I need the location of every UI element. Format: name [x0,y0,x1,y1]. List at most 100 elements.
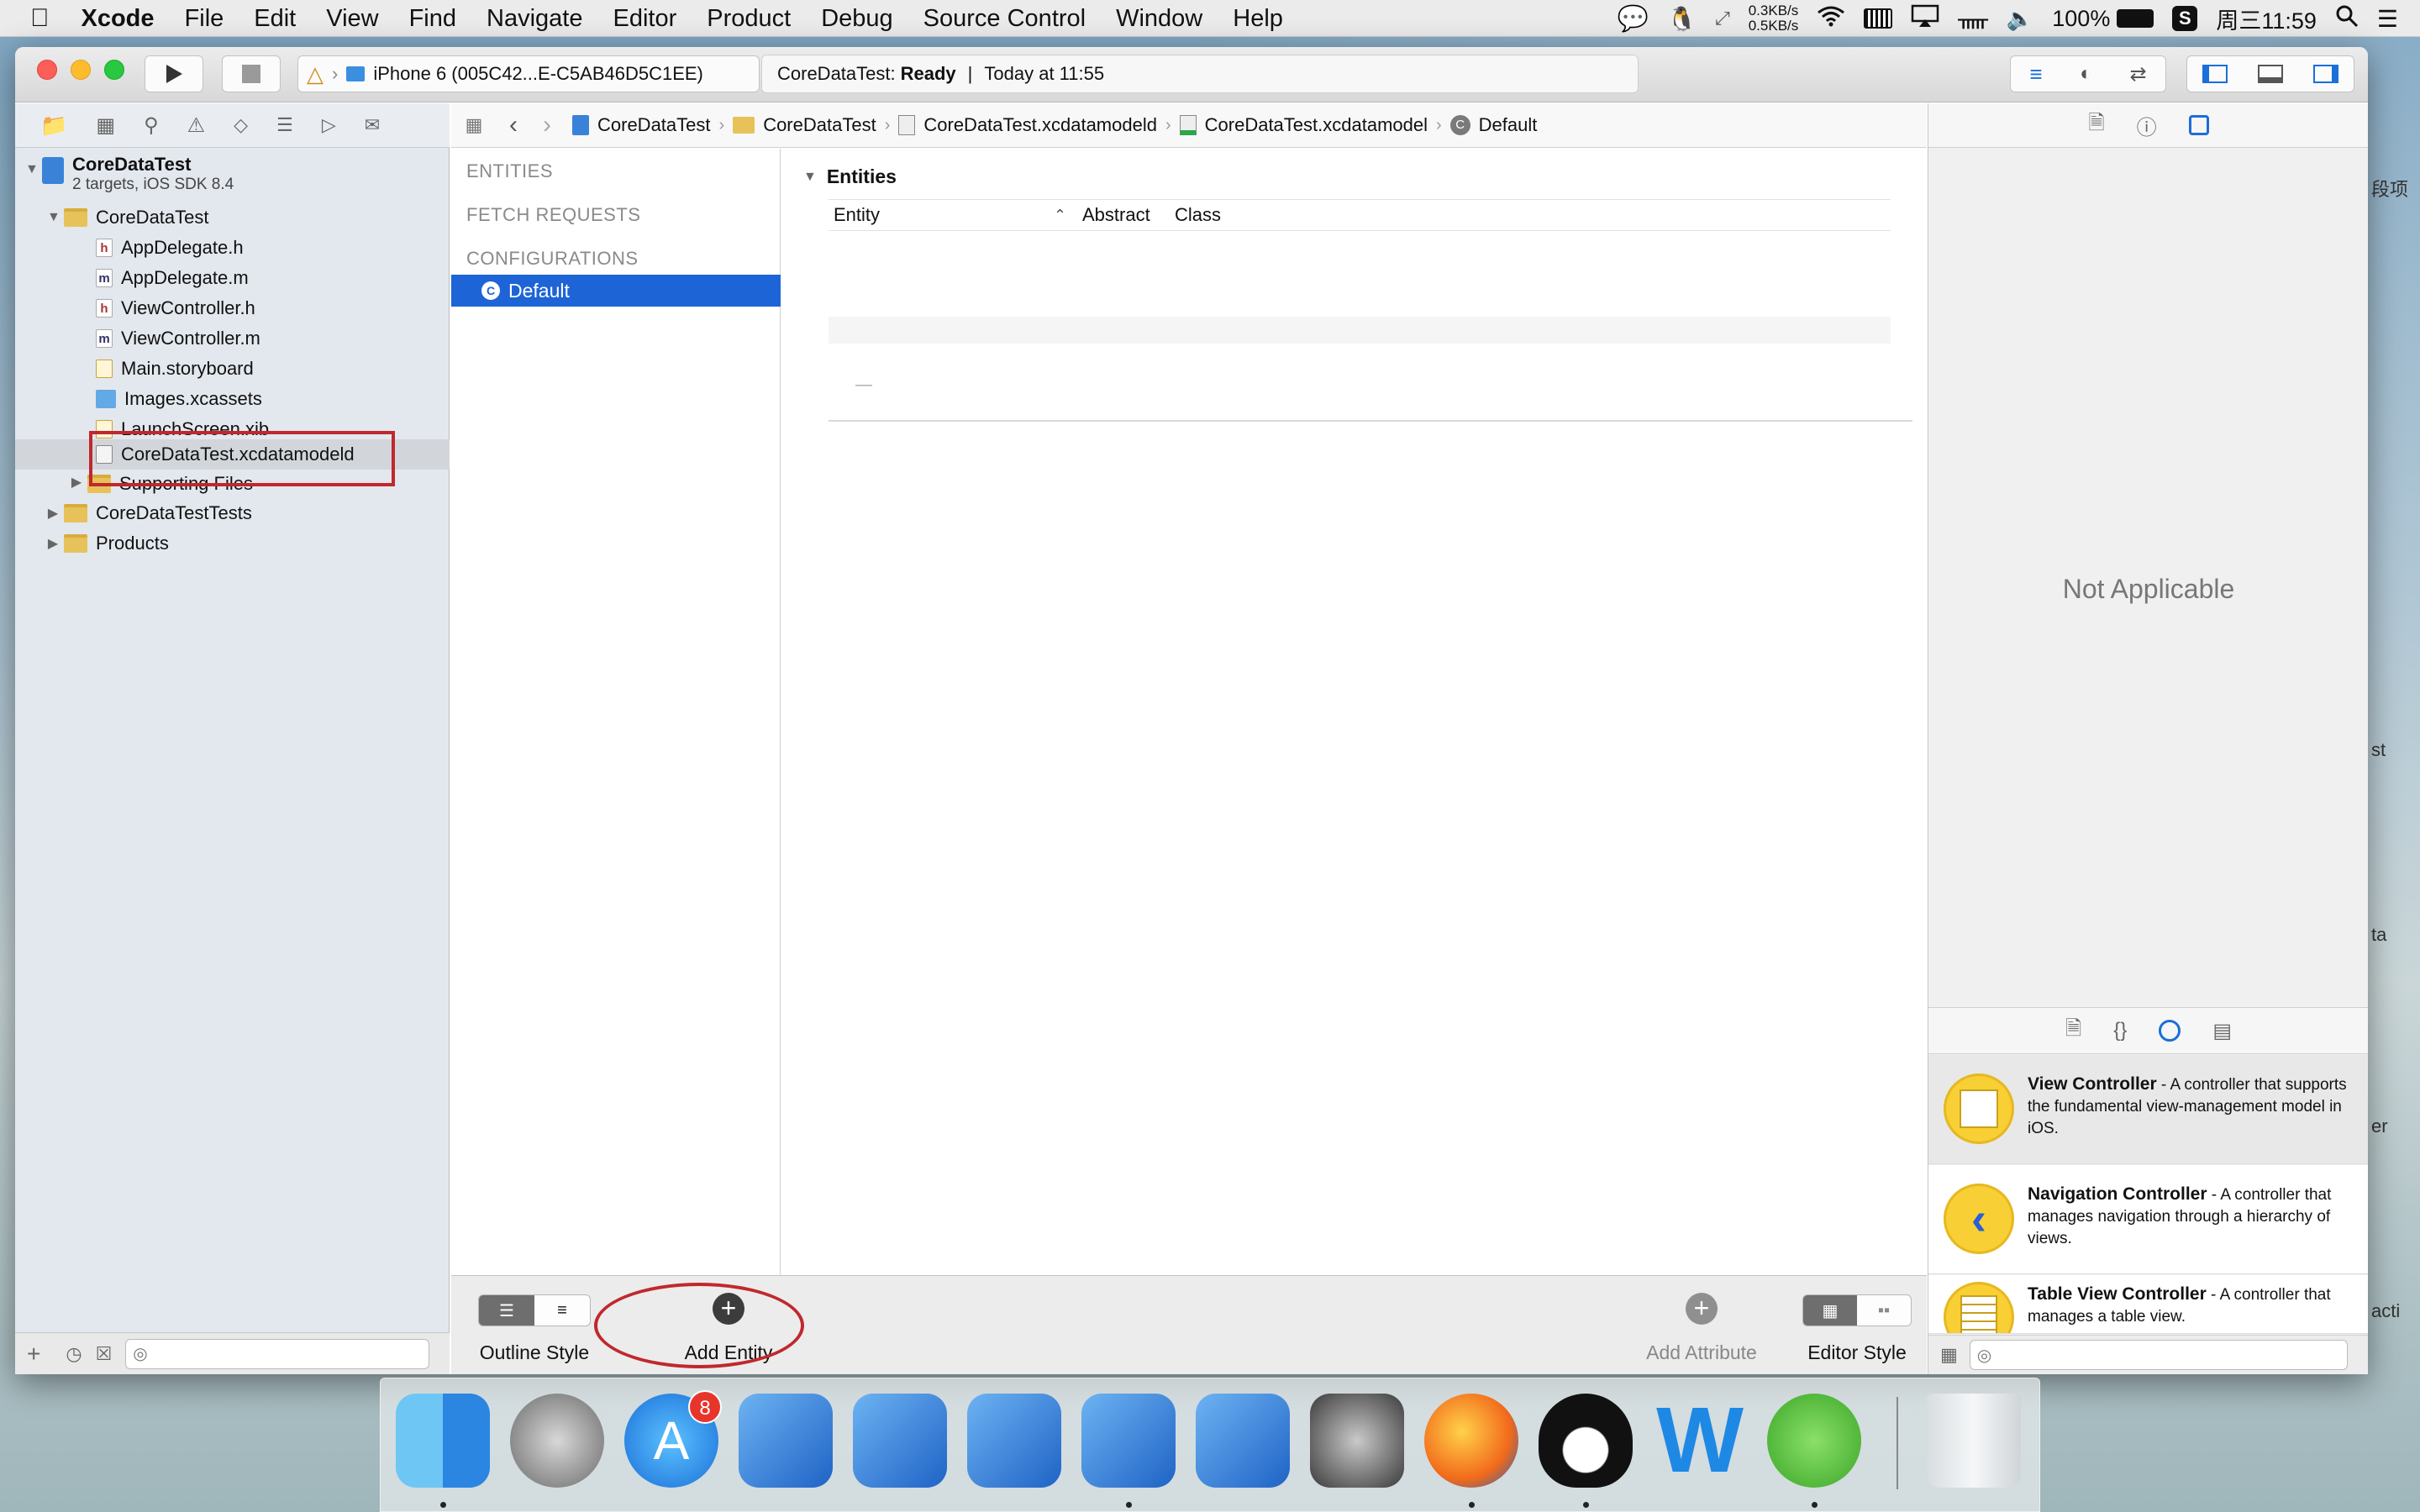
sogou-input-icon[interactable]: S [2172,6,2198,31]
qq-status-icon[interactable]: 🐧 [1667,5,1697,33]
file-row[interactable]: h ViewController.h [15,293,450,323]
memory-status-icon[interactable] [1864,8,1893,29]
assistant-editor-icon[interactable]: ◐ [2080,62,2092,86]
file-row[interactable]: m ViewController.m [15,323,450,354]
word-icon[interactable]: W [1653,1394,1747,1488]
menu-view[interactable]: View [311,0,393,37]
toggle-navigator-icon[interactable] [2202,65,2228,83]
column-header-class[interactable]: Class [1175,204,1221,226]
file-row[interactable]: Images.xcassets [15,384,450,414]
tree-group-row[interactable]: ▶ CoreDataTestTests [15,498,450,528]
wifi-icon[interactable] [1817,5,1845,33]
library-item-table-view-controller[interactable]: Table View Controller - A controller tha… [1928,1275,2368,1334]
breadcrumb-model-bundle[interactable]: CoreDataTest.xcdatamodeld [890,114,1165,136]
quick-help-icon[interactable]: ⓘ [2137,111,2157,140]
sort-ascending-icon[interactable]: ⌃ [1054,207,1082,224]
breadcrumb-configuration[interactable]: C Default [1442,114,1546,136]
run-button[interactable] [145,55,203,92]
library-item-navigation-controller[interactable]: ‹ Navigation Controller - A controller t… [1928,1165,2368,1274]
scm-filter-icon[interactable]: ☒ [96,1343,113,1365]
table-style-icon[interactable]: ▦ [1803,1295,1857,1326]
resize-status-icon[interactable]: ⤢ [1715,8,1730,29]
breadcrumb-model-version[interactable]: CoreDataTest.xcdatamodel [1171,114,1436,136]
menu-navigate[interactable]: Navigate [471,0,597,37]
model-inspector-icon[interactable] [2188,115,2209,135]
file-row[interactable]: m AppDelegate.m [15,263,450,293]
tree-group-row[interactable]: ▶ Products [15,528,450,559]
xcode-icon[interactable] [739,1394,833,1488]
notification-center-icon[interactable]: ☰ [2377,5,2398,33]
menu-product[interactable]: Product [692,0,806,37]
library-filter-input[interactable]: ◎ [1969,1340,2348,1370]
xcode-beta-icon[interactable] [1196,1394,1290,1488]
qq-icon[interactable] [1539,1394,1633,1488]
tree-group-row[interactable]: ▼ CoreDataTest [15,202,450,233]
grid-view-icon[interactable]: ▦ [1940,1344,1958,1366]
column-header-entity[interactable]: Entity [829,204,1054,226]
symbol-navigator-icon[interactable]: ▦ [96,113,115,138]
recent-files-icon[interactable]: ◷ [66,1343,82,1365]
file-row[interactable]: h AppDelegate.h [15,233,450,263]
column-header-abstract[interactable]: Abstract [1082,204,1175,226]
file-template-library-icon[interactable]: 🗎 [2065,1014,2081,1048]
disclosure-triangle-icon[interactable]: ▼ [25,162,39,177]
bluetooth-icon[interactable]: ᚅ [1958,6,1988,32]
disclosure-triangle-icon[interactable]: ▶ [47,535,59,552]
entities-section-header[interactable]: ▼ Entities [803,165,897,188]
folder-icon[interactable]: 📁 [40,113,67,139]
menu-window[interactable]: Window [1101,0,1218,37]
warning-icon[interactable]: ⚠ [187,113,206,138]
breakpoint-icon[interactable]: ▷ [322,114,336,136]
media-library-icon[interactable]: ▤ [2212,1019,2232,1043]
volume-icon[interactable]: 🔈 [2007,6,2033,32]
breadcrumb-group[interactable]: CoreDataTest [724,114,885,136]
wechat-status-icon[interactable]: 💬 [1618,4,1649,34]
report-icon[interactable]: ✉ [365,114,380,136]
apple-menu-icon[interactable]:  [0,0,66,37]
filter-input[interactable]: ◎ [125,1338,430,1369]
close-window-button[interactable] [37,60,57,80]
standard-editor-icon[interactable]: ≡ [2029,61,2042,87]
test-navigator-icon[interactable]: ◇ [234,114,248,136]
wechat-icon[interactable] [1767,1394,1861,1488]
stop-button[interactable] [222,55,281,92]
breadcrumb-project[interactable]: CoreDataTest [564,114,719,136]
xcode-icon[interactable] [1081,1394,1176,1488]
configuration-row-selected[interactable]: C Default [451,275,781,307]
toggle-debug-area-icon[interactable] [2258,65,2283,83]
menu-debug[interactable]: Debug [806,0,908,37]
menu-edit[interactable]: Edit [239,0,311,37]
menu-clock[interactable]: 周三11:59 [2216,3,2317,35]
menu-editor[interactable]: Editor [597,0,692,37]
launchpad-icon[interactable] [510,1394,604,1488]
zoom-window-button[interactable] [104,60,124,80]
forward-arrow-icon[interactable]: › [530,111,564,139]
search-icon[interactable]: ⚲ [144,113,159,138]
debug-navigator-icon[interactable]: ☰ [276,114,293,136]
battery-percent[interactable]: 100% [2052,6,2110,32]
xcode-icon[interactable] [967,1394,1061,1488]
disclosure-triangle-icon[interactable]: ▼ [47,210,60,225]
minimize-window-button[interactable] [71,60,91,80]
spotlight-search-icon[interactable] [2335,4,2359,34]
menu-source-control[interactable]: Source Control [908,0,1101,37]
menu-app-name[interactable]: Xcode [66,0,170,37]
xcode-icon[interactable] [853,1394,947,1488]
add-icon[interactable]: + [27,1341,40,1368]
disclosure-triangle-icon[interactable]: ▶ [47,505,59,522]
disclosure-triangle-icon[interactable]: ▼ [803,170,817,185]
system-preferences-icon[interactable] [1310,1394,1404,1488]
firefox-icon[interactable] [1424,1394,1518,1488]
trash-icon[interactable] [1927,1394,2021,1488]
disclosure-triangle-icon[interactable]: ▶ [71,474,82,491]
battery-icon[interactable] [2117,9,2154,28]
object-library-icon[interactable] [2159,1020,2181,1042]
library-item-view-controller[interactable]: View Controller - A controller that supp… [1928,1055,2368,1164]
menu-help[interactable]: Help [1218,0,1298,37]
version-editor-icon[interactable]: ⇄ [2130,62,2147,87]
toggle-utilities-icon[interactable] [2313,65,2338,83]
code-snippet-library-icon[interactable]: {} [2113,1019,2127,1042]
add-attribute-button[interactable]: + [1660,1293,1744,1343]
back-arrow-icon[interactable]: ‹ [497,111,530,139]
finder-icon[interactable] [396,1394,490,1488]
